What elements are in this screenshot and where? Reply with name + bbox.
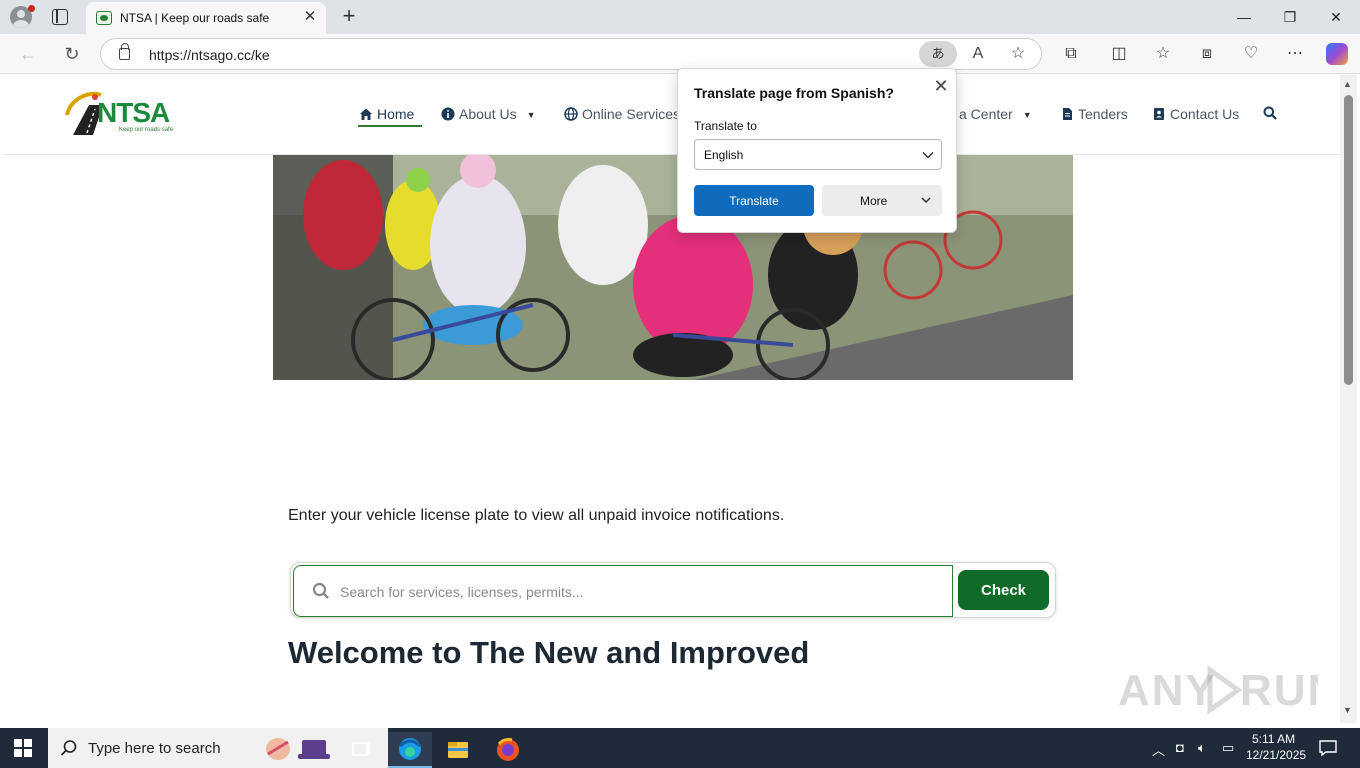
site-header: NTSA Keep our roads safe Home About Us ▼ … — [3, 75, 1340, 155]
firefox-icon[interactable] — [486, 732, 530, 768]
ntsa-favicon-icon — [96, 11, 112, 25]
lock-icon[interactable] — [119, 43, 130, 60]
chevron-down-icon — [922, 151, 934, 159]
nav-tenders-label: Tenders — [1078, 106, 1128, 122]
copilot-icon[interactable] — [1326, 43, 1348, 65]
read-aloud-icon[interactable]: A — [967, 44, 989, 64]
search-icon — [60, 740, 77, 756]
close-icon[interactable]: ✕ — [932, 77, 950, 95]
plate-search-form: Check — [290, 562, 1056, 618]
chevron-down-icon: ▼ — [526, 110, 536, 120]
nav-contact-label: Contact Us — [1170, 106, 1240, 122]
page-viewport: NTSA Keep our roads safe Home About Us ▼ … — [3, 75, 1340, 723]
search-icon — [312, 582, 329, 599]
nav-home-label: Home — [377, 106, 415, 122]
site-search-icon[interactable] — [1263, 106, 1277, 126]
taskbar-search-text: Type here to search — [88, 740, 221, 757]
split-screen-icon[interactable]: ◫ — [1108, 44, 1130, 64]
chevron-down-icon: ▼ — [1022, 110, 1032, 120]
tab-actions-icon[interactable] — [52, 9, 68, 25]
browser-tab-active[interactable]: NTSA | Keep our roads safe ✕ — [86, 2, 326, 34]
tab-title: NTSA | Keep our roads safe — [120, 11, 270, 25]
clock-date[interactable]: 12/21/2025 — [1246, 748, 1306, 762]
document-icon — [1063, 108, 1072, 120]
edge-taskbar-icon[interactable] — [388, 732, 432, 768]
notifications-icon[interactable] — [1318, 739, 1338, 757]
tab-strip: NTSA | Keep our roads safe ✕ + — ❐ ✕ — [0, 0, 1360, 34]
taskbar-search-box[interactable]: Type here to search — [48, 728, 388, 768]
check-button[interactable]: Check — [958, 570, 1049, 610]
minimize-icon[interactable]: — — [1222, 4, 1266, 30]
selected-language: English — [704, 148, 744, 162]
nav-media-center[interactable]: a Center ▼ — [959, 106, 1032, 126]
translate-popup: Translate page from Spanish? ✕ Translate… — [677, 68, 957, 233]
windows-start-icon[interactable] — [14, 739, 32, 757]
more-button[interactable]: More — [822, 185, 942, 216]
restore-icon[interactable]: ❐ — [1268, 4, 1312, 30]
plate-search-field[interactable] — [293, 565, 953, 617]
scroll-down-icon[interactable]: ▼ — [1343, 705, 1352, 715]
volume-icon[interactable]: 🔈︎ — [1198, 740, 1206, 756]
file-explorer-icon[interactable] — [436, 732, 480, 768]
translate-button[interactable]: Translate — [694, 185, 814, 216]
nav-online-services[interactable]: Online Services — [564, 106, 680, 126]
instructions-text: Enter your vehicle license plate to view… — [288, 507, 785, 524]
favorites-icon[interactable]: ☆ — [1152, 44, 1174, 64]
window-close-icon[interactable]: ✕ — [1314, 4, 1358, 30]
watermark-logo: ANY RUN — [1118, 655, 1339, 723]
tab-close-icon[interactable]: ✕ — [302, 9, 318, 25]
clock-time[interactable]: 5:11 AM — [1252, 732, 1295, 746]
windows-taskbar: Type here to search ︿ ◘ 🔈︎ ▭ 5:11 AM 12/… — [0, 728, 1360, 768]
nav-contact[interactable]: Contact Us — [1152, 106, 1239, 126]
svg-text:RUN: RUN — [1240, 666, 1318, 715]
translate-to-label: Translate to — [694, 119, 757, 133]
extensions-icon[interactable]: ⧉ — [1060, 44, 1082, 64]
nav-online-services-label: Online Services — [582, 106, 681, 122]
translate-popup-title: Translate page from Spanish? — [694, 85, 894, 101]
collections-icon[interactable]: ⧈ — [1196, 44, 1218, 64]
scroll-up-icon[interactable]: ▲ — [1343, 79, 1352, 89]
scroll-thumb[interactable] — [1344, 95, 1353, 385]
svg-text:ANY: ANY — [1118, 666, 1217, 715]
nav-home[interactable]: Home — [359, 106, 414, 126]
ntsa-logo[interactable]: NTSA Keep our roads safe — [63, 87, 193, 139]
nav-tenders[interactable]: Tenders — [1060, 106, 1128, 126]
meet-now-icon[interactable]: ◘ — [1176, 740, 1184, 755]
page-scrollbar[interactable]: ▲ ▼ — [1340, 75, 1357, 723]
favorite-star-icon[interactable]: ☆ — [1007, 44, 1029, 64]
network-icon[interactable]: ▭ — [1222, 740, 1234, 756]
chevron-down-icon — [921, 197, 931, 204]
back-icon[interactable]: ← — [16, 42, 40, 66]
language-select[interactable]: English — [694, 139, 942, 170]
tray-chevron-up-icon[interactable]: ︿ — [1152, 740, 1165, 759]
more-options-icon[interactable]: ⋯ — [1284, 44, 1306, 64]
nav-about-label: About Us — [459, 106, 517, 122]
url-text[interactable]: https://ntsago.cc/ke — [149, 47, 270, 63]
notification-dot — [28, 5, 35, 12]
browser-essentials-icon[interactable]: ♡ — [1240, 44, 1262, 64]
home-icon — [360, 108, 372, 120]
active-nav-underline — [358, 125, 422, 127]
task-view-icon[interactable] — [340, 732, 384, 768]
globe-icon — [564, 107, 578, 121]
nav-media-center-label: a Center — [959, 106, 1013, 122]
more-button-label: More — [860, 194, 888, 208]
info-icon — [441, 107, 455, 121]
translate-icon[interactable]: あ — [919, 41, 957, 67]
plate-search-input[interactable] — [340, 578, 940, 606]
welcome-heading: Welcome to The New and Improved — [288, 635, 810, 670]
contact-card-icon — [1154, 108, 1164, 120]
new-tab-icon[interactable]: + — [338, 4, 360, 28]
address-bar[interactable]: https://ntsago.cc/ke あ A ☆ — [100, 38, 1042, 70]
logo-text: NTSA — [97, 97, 170, 128]
logo-tagline: Keep our roads safe — [119, 127, 174, 133]
refresh-icon[interactable]: ↻ — [60, 42, 84, 66]
nav-about[interactable]: About Us ▼ — [441, 106, 536, 126]
